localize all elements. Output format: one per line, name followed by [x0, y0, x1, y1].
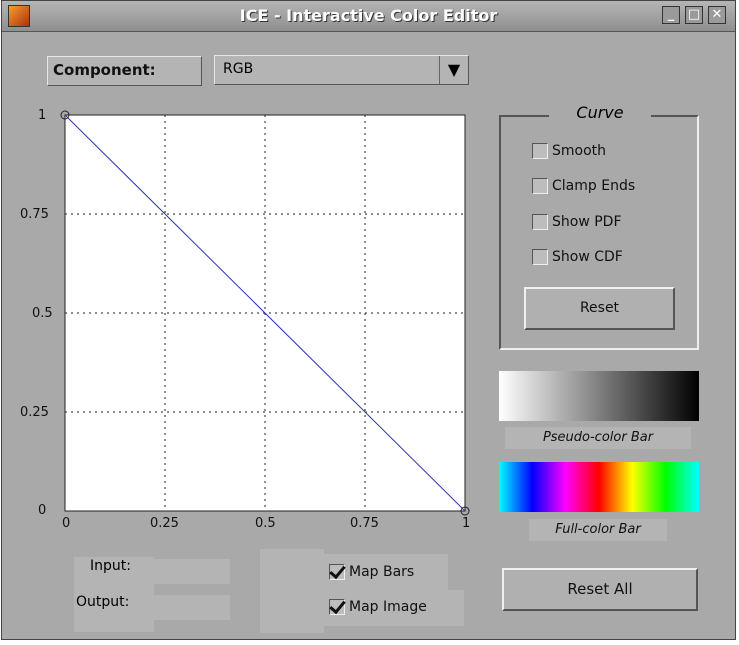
map-bars-label: Map Bars	[349, 564, 415, 580]
curve-plot[interactable]	[2, 101, 482, 536]
show-cdf-checkbox[interactable]	[532, 249, 548, 265]
chevron-down-icon[interactable]: ▼	[439, 56, 468, 84]
y-tick-label: 0.25	[20, 405, 49, 420]
show-cdf-label: Show CDF	[552, 249, 623, 265]
close-icon[interactable]: ✕	[708, 6, 726, 24]
full-color-bar[interactable]	[499, 462, 699, 512]
pseudo-color-bar-label: Pseudo-color Bar	[505, 427, 691, 449]
minimize-icon[interactable]: _	[662, 6, 680, 24]
component-dropdown[interactable]: RGB ▼	[214, 55, 469, 85]
clamp-ends-checkbox[interactable]	[532, 178, 548, 194]
x-tick-label: 0.75	[350, 516, 379, 531]
reset-all-button[interactable]: Reset All	[502, 568, 698, 611]
show-pdf-checkbox[interactable]	[532, 214, 548, 230]
clamp-ends-checkbox-row[interactable]: Clamp Ends	[532, 178, 635, 194]
output-label: Output:	[76, 594, 130, 610]
y-tick-label: 0.75	[20, 207, 49, 222]
smooth-label: Smooth	[552, 143, 607, 159]
map-image-checkbox-row[interactable]: Map Image	[329, 599, 427, 615]
map-bars-checkbox-row[interactable]: Map Bars	[329, 564, 414, 580]
component-label: Component:	[47, 56, 202, 86]
window-title: ICE - Interactive Color Editor	[239, 6, 498, 25]
x-tick-label: 0.5	[255, 516, 276, 531]
reset-button[interactable]: Reset	[524, 287, 675, 330]
map-image-label: Map Image	[349, 599, 427, 615]
ice-window: ICE - Interactive Color Editor _ □ ✕ Com…	[1, 0, 736, 640]
x-tick-label: 0	[62, 516, 71, 531]
x-tick-label: 1	[462, 516, 471, 531]
map-options-block	[260, 549, 324, 633]
map-image-checkbox[interactable]	[329, 599, 345, 615]
pseudo-color-bar[interactable]	[499, 371, 699, 421]
maximize-icon[interactable]: □	[685, 6, 703, 24]
full-color-bar-label: Full-color Bar	[529, 519, 667, 541]
x-tick-label: 0.25	[150, 516, 179, 531]
show-pdf-checkbox-row[interactable]: Show PDF	[532, 214, 622, 230]
y-tick-label: 0.5	[32, 306, 53, 321]
smooth-checkbox-row[interactable]: Smooth	[532, 143, 606, 159]
output-value-field	[154, 595, 230, 620]
input-label: Input:	[90, 558, 131, 574]
title-bar[interactable]: ICE - Interactive Color Editor _ □ ✕	[2, 1, 735, 32]
component-selected: RGB	[223, 61, 254, 77]
clamp-ends-label: Clamp Ends	[552, 178, 636, 194]
input-value-field	[154, 559, 230, 584]
show-cdf-checkbox-row[interactable]: Show CDF	[532, 249, 623, 265]
show-pdf-label: Show PDF	[552, 214, 622, 230]
smooth-checkbox[interactable]	[532, 143, 548, 159]
map-bars-checkbox[interactable]	[329, 564, 345, 580]
y-tick-label: 0	[38, 503, 47, 518]
curve-panel-title: Curve	[549, 103, 651, 125]
y-tick-label: 1	[38, 108, 47, 123]
